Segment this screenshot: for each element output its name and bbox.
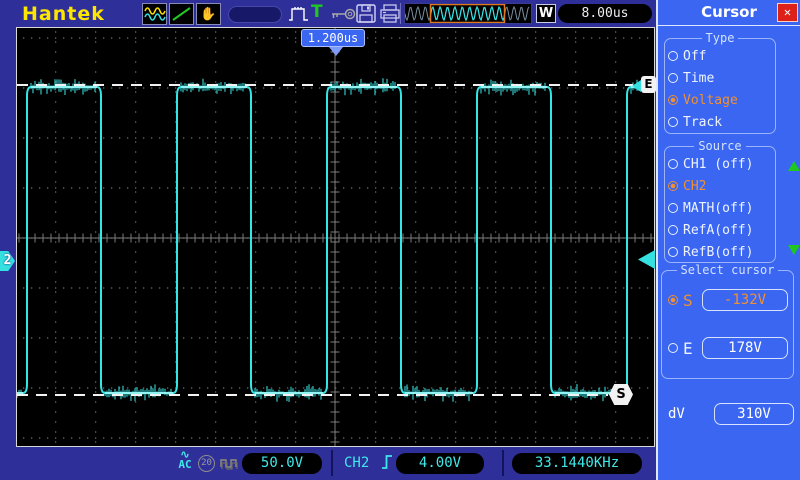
rising-edge-icon	[381, 453, 393, 471]
brand-logo: Hantek	[22, 3, 105, 25]
cursor-e-handle[interactable]: E	[641, 76, 656, 93]
volts-per-div-readout: 50.0V	[242, 453, 322, 474]
radio-source-ch2[interactable]: CH2	[665, 175, 775, 197]
trigger-source-label: CH2	[344, 455, 369, 471]
squarewave-mode-icon	[220, 457, 239, 470]
radio-type-track[interactable]: Track	[665, 111, 775, 133]
trigger-level-readout: 4.00V	[396, 453, 484, 474]
radio-icon	[668, 225, 678, 235]
channels-button[interactable]	[142, 3, 167, 25]
pulse-icon[interactable]	[288, 5, 310, 23]
key-icon[interactable]	[330, 8, 356, 20]
footer-separator2	[502, 450, 504, 476]
radio-source-ch1[interactable]: CH1 (off)	[665, 153, 775, 175]
window-mode-button[interactable]: W	[536, 4, 556, 23]
footer-separator	[331, 450, 333, 476]
select-cursor-legend: Select cursor	[677, 263, 779, 277]
radio-source-refa[interactable]: RefA(off)	[665, 219, 775, 241]
type-legend: Type	[702, 31, 739, 45]
select-cursor-section: Select cursor S -132V E 178V	[661, 263, 794, 379]
measure-button[interactable]	[169, 3, 194, 25]
trigger-position-tag[interactable]: 1.200us	[301, 29, 365, 47]
radio-source-refb[interactable]: RefB(off)	[665, 241, 775, 263]
radio-type-voltage[interactable]: Voltage	[665, 89, 775, 111]
cursor-e-row[interactable]: E 178V	[662, 337, 793, 359]
channel2-position-marker[interactable]: 2	[0, 251, 15, 271]
scope-canvas	[17, 28, 654, 446]
dv-value: 310V	[714, 403, 794, 425]
radio-type-off[interactable]: Off	[665, 45, 775, 67]
print-icon[interactable]	[379, 4, 401, 23]
dv-row: dV 310V	[668, 403, 794, 425]
dual-waveform-icon	[144, 5, 166, 23]
waveform-display: 1.200us E S	[16, 27, 655, 447]
type-section: Type Off Time Voltage Track	[664, 31, 776, 134]
radio-source-math[interactable]: MATH(off)	[665, 197, 775, 219]
radio-selected-icon	[668, 181, 678, 191]
scroll-down-icon[interactable]	[788, 245, 800, 255]
cursor-menu-panel: Cursor ✕ Type Off Time Voltage Track Sou…	[656, 0, 800, 480]
hand-button[interactable]: ✋	[196, 3, 221, 25]
radio-icon	[668, 51, 678, 61]
radio-type-time[interactable]: Time	[665, 67, 775, 89]
dv-label: dV	[668, 406, 685, 422]
close-icon[interactable]: ✕	[777, 3, 798, 22]
scroll-up-icon[interactable]	[788, 161, 800, 171]
cursor-e-value[interactable]: 178V	[702, 337, 788, 359]
radio-selected-icon	[668, 295, 678, 305]
hand-icon: ✋	[200, 6, 216, 22]
cursor-s-value[interactable]: -132V	[702, 289, 788, 311]
cursor-s-row[interactable]: S -132V	[662, 289, 793, 311]
source-legend: Source	[694, 139, 745, 153]
source-section: Source CH1 (off) CH2 MATH(off) RefA(off)…	[664, 139, 776, 263]
toolbar-separator	[400, 3, 401, 24]
trigger-indicator: T	[311, 2, 323, 22]
radio-selected-icon	[668, 95, 678, 105]
radio-icon	[668, 117, 678, 127]
radio-icon	[668, 73, 678, 83]
radio-icon	[668, 343, 678, 353]
radio-icon	[668, 203, 678, 213]
radio-icon	[668, 159, 678, 169]
coupling-indicator: ∿ AC	[176, 450, 194, 470]
waveform-preview[interactable]	[404, 3, 532, 24]
bandwidth-limit-badge: 20	[198, 455, 215, 472]
timebase-readout: 8.00us	[558, 4, 652, 23]
oval-indicator[interactable]	[228, 6, 282, 23]
save-icon[interactable]	[356, 4, 376, 23]
measure-line-icon	[171, 5, 193, 23]
radio-icon	[668, 247, 678, 257]
oscilloscope-screen: Hantek ✋ T	[0, 0, 800, 480]
frequency-readout: 33.1440KHz	[512, 453, 642, 474]
